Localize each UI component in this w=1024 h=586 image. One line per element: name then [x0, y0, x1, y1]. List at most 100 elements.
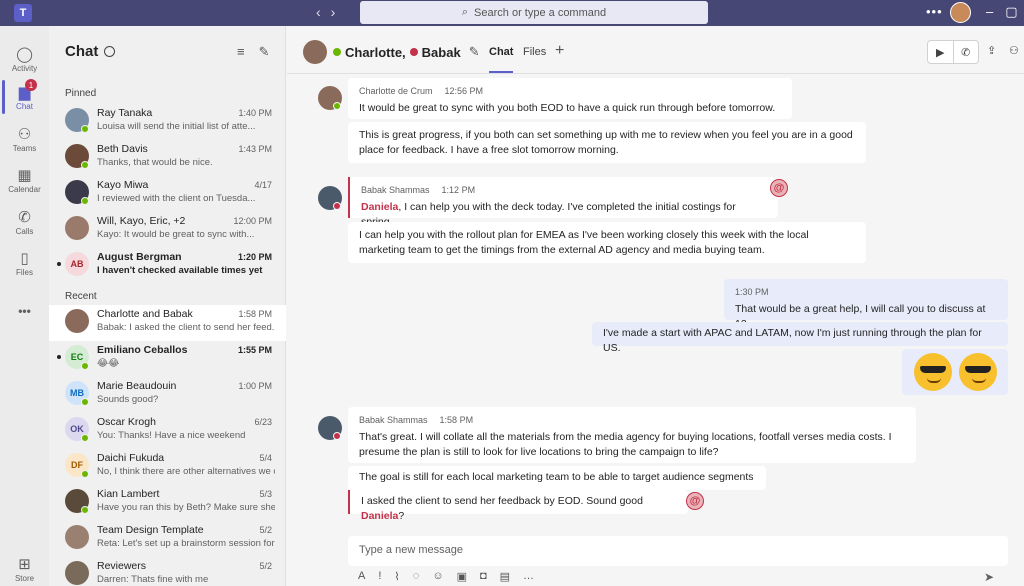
- active-tab-indicator: [489, 71, 513, 73]
- format-icon[interactable]: A: [358, 570, 365, 583]
- teams-logo-icon: T: [14, 4, 32, 22]
- store-icon: ⊞: [18, 555, 31, 573]
- chat-item-reviewers[interactable]: Reviewers 5/2 Darren: Thats fine with me: [49, 557, 286, 586]
- user-avatar[interactable]: [950, 2, 971, 23]
- sunglasses-emoji-icon: [914, 353, 952, 391]
- file-icon: ▯: [20, 249, 29, 267]
- pinned-label: Pinned: [65, 88, 97, 99]
- compose-toolbar: A ! ⌇ ◌ ☺ ▣ ◘ ▤ …: [358, 570, 534, 583]
- rail-item-chat[interactable]: ▆ 1 Chat: [0, 76, 49, 118]
- app-rail: ◯ Activity ▆ 1 Chat ⚇ Teams ▦ Calendar ✆…: [0, 26, 49, 586]
- priority-icon[interactable]: !: [378, 570, 381, 583]
- conversation-title: Charlotte, Babak ✎: [333, 44, 480, 60]
- add-tab-icon[interactable]: +: [555, 42, 564, 60]
- online-status-icon: [81, 197, 89, 205]
- mention[interactable]: Daniela: [361, 510, 398, 522]
- presence-circle-icon: [104, 46, 116, 57]
- sticker-icon[interactable]: ◘: [480, 570, 487, 583]
- tab-chat[interactable]: Chat: [489, 46, 513, 58]
- chat-item-team-design-template[interactable]: Team Design Template 5/2 Reta: Let's set…: [49, 521, 286, 557]
- rail-item-files[interactable]: ▯ Files: [0, 242, 49, 284]
- chat-item-ray-tanaka[interactable]: Ray Tanaka 1:40 PM Louisa will send the …: [49, 104, 286, 140]
- online-status-icon: [81, 506, 89, 514]
- more-options-icon[interactable]: •••: [926, 4, 943, 19]
- rail-item-calls[interactable]: ✆ Calls: [0, 201, 49, 243]
- mention-at-icon: @: [770, 179, 788, 197]
- busy-status-icon: [409, 48, 418, 56]
- chat-item-charlotte-and-babak[interactable]: Charlotte and Babak 1:58 PM Babak: I ask…: [49, 305, 286, 341]
- busy-status-icon: [333, 202, 341, 210]
- avatar: AB: [65, 252, 89, 276]
- filter-icon[interactable]: ≡: [237, 44, 245, 60]
- online-status-icon: [81, 362, 89, 370]
- unread-indicator: [57, 355, 61, 359]
- history-nav: ‹ ›: [316, 4, 335, 20]
- more-icon[interactable]: …: [523, 570, 534, 583]
- schedule-meeting-icon[interactable]: ▤: [500, 570, 510, 583]
- group-avatar: [65, 309, 89, 333]
- rail-item-more[interactable]: •••: [0, 290, 49, 332]
- bell-icon: ◯: [16, 45, 33, 63]
- search-icon: ⌕: [461, 6, 469, 18]
- chat-item-group-will-kayo-eric[interactable]: Will, Kayo, Eric, +2 12:00 PM Kayo: It w…: [49, 212, 286, 248]
- my-message-bubble[interactable]: I've made a start with APAC and LATAM, n…: [592, 322, 1008, 354]
- chat-item-kayo-miwa[interactable]: Kayo Miwa 4/17 I reviewed with the clien…: [49, 176, 286, 212]
- chat-item-beth-davis[interactable]: Beth Davis 1:43 PM Thanks, that would be…: [49, 140, 286, 176]
- forward-arrow-icon[interactable]: ›: [331, 4, 336, 20]
- message-bubble[interactable]: This is great progress, if you both can …: [348, 122, 866, 163]
- sunglasses-emoji-icon: [959, 353, 997, 391]
- maximize-icon[interactable]: ▢: [1005, 4, 1017, 20]
- online-status-icon: [81, 125, 89, 133]
- online-status-icon: [81, 398, 89, 406]
- chat-item-marie-beaudouin[interactable]: MB Marie Beaudouin 1:00 PM Sounds good?: [49, 377, 286, 413]
- send-icon[interactable]: ➤: [984, 570, 994, 584]
- group-avatar: [65, 525, 89, 549]
- rail-item-store[interactable]: ⊞ Store: [0, 548, 49, 586]
- people-icon[interactable]: ⚇: [1009, 44, 1019, 57]
- chat-list-tools: ≡ ✎: [237, 44, 270, 60]
- message-bubble[interactable]: Babak Shammas 1:58 PM That's great. I wil…: [348, 407, 916, 463]
- chat-list-pane: Chat ≡ ✎ Pinned Ray Tanaka 1:40 PM Louis…: [49, 26, 286, 586]
- share-screen-icon[interactable]: ⇪: [987, 44, 996, 57]
- audio-call-icon[interactable]: ✆: [954, 41, 979, 63]
- message-bubble[interactable]: I asked the client to send her feedback …: [348, 490, 688, 522]
- chat-item-emiliano-ceballos[interactable]: EC Emiliano Ceballos 1:55 PM 😂😂: [49, 341, 286, 377]
- unread-indicator: [57, 262, 61, 266]
- search-bar[interactable]: ⌕ Search or type a command: [360, 1, 708, 24]
- mention-at-icon: @: [686, 492, 704, 510]
- my-message-bubble[interactable]: 1:30 PM That would be a great help, I wi…: [724, 279, 1008, 330]
- online-status-icon: [81, 470, 89, 478]
- group-avatar: [65, 216, 89, 240]
- my-emoji-message[interactable]: [902, 349, 1008, 395]
- message-compose-box[interactable]: Type a new message: [348, 536, 1008, 566]
- call-buttons: ▶ ✆: [927, 40, 979, 64]
- group-avatar: [65, 561, 89, 585]
- attach-icon[interactable]: ⌇: [394, 570, 399, 583]
- emoji-icon[interactable]: ☺: [432, 570, 443, 583]
- rail-item-teams[interactable]: ⚇ Teams: [0, 118, 49, 160]
- online-status-icon: [81, 161, 89, 169]
- edit-pencil-icon[interactable]: ✎: [469, 44, 480, 60]
- loop-icon[interactable]: ◌: [413, 570, 420, 583]
- chat-list-header: Chat: [65, 43, 116, 60]
- window-controls: – ▢: [986, 4, 1018, 20]
- gif-icon[interactable]: ▣: [457, 570, 467, 583]
- chat-item-kian-lambert[interactable]: Kian Lambert 5/3 Have you ran this by Be…: [49, 485, 286, 521]
- message-bubble[interactable]: The goal is still for each local marketi…: [348, 466, 766, 490]
- mention[interactable]: Daniela: [361, 201, 398, 213]
- chat-item-oscar-krogh[interactable]: OK Oscar Krogh 6/23 You: Thanks! Have a …: [49, 413, 286, 449]
- calendar-icon: ▦: [17, 166, 32, 184]
- back-arrow-icon[interactable]: ‹: [316, 4, 321, 20]
- new-chat-icon[interactable]: ✎: [259, 44, 270, 60]
- rail-item-calendar[interactable]: ▦ Calendar: [0, 159, 49, 201]
- rail-item-activity[interactable]: ◯ Activity: [0, 38, 49, 80]
- search-placeholder: Search or type a command: [474, 6, 607, 19]
- message-bubble[interactable]: Babak Shammas 1:12 PM Daniela, I can help…: [348, 177, 778, 228]
- chat-item-daichi-fukuda[interactable]: DF Daichi Fukuda 5/4 No, I think there a…: [49, 449, 286, 485]
- minimize-icon[interactable]: –: [986, 4, 993, 20]
- message-bubble[interactable]: Charlotte de Crum 12:56 PM It would be gr…: [348, 78, 792, 119]
- video-call-icon[interactable]: ▶: [928, 41, 954, 63]
- message-bubble[interactable]: I can help you with the rollout plan for…: [348, 222, 866, 263]
- tab-files[interactable]: Files: [523, 46, 546, 58]
- chat-item-august-bergman[interactable]: AB August Bergman 1:20 PM I haven't chec…: [49, 248, 286, 284]
